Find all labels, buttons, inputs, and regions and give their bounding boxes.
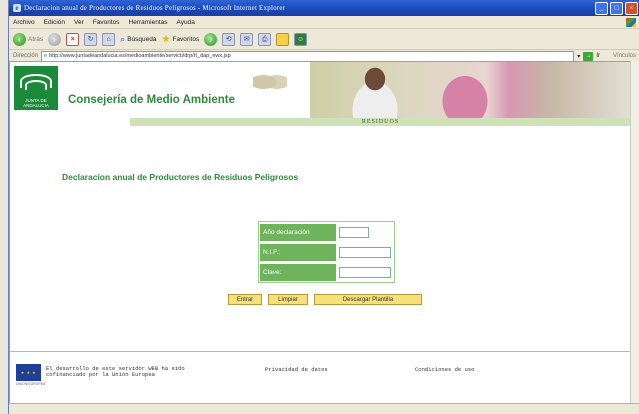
menu-archivo[interactable]: Archivo (13, 19, 35, 26)
address-url: http://www.juntadeandalucia.es/medioambi… (49, 53, 231, 59)
menu-ayuda[interactable]: Ayuda (177, 19, 195, 26)
section-strip: RESIDUOS (130, 118, 631, 126)
browser-window: e Declaracion anual de Productores de Re… (8, 0, 639, 414)
vertical-scrollbar[interactable] (630, 61, 639, 404)
search-icon: ⌕ (120, 33, 126, 44)
terms-link[interactable]: Condiciones de uso (415, 366, 474, 373)
back-arrow-icon: ‹ (13, 32, 26, 46)
status-bar (9, 403, 639, 414)
messenger-button[interactable]: ☺ (294, 32, 308, 46)
menu-favoritos[interactable]: Favoritos (93, 19, 120, 26)
mail-button[interactable]: ✉ (240, 32, 254, 46)
clave-input[interactable] (339, 266, 391, 278)
nif-label: N.I.F.: (260, 243, 336, 261)
site-banner: JUNTA DE ANDALUCIA Consejería de Medio A… (10, 62, 631, 118)
search-button[interactable]: ⌕ Búsqueda (120, 34, 156, 45)
toolbar: ‹ Atrás › × ↻ ⌂ ⌕ Búsqueda ★ Favoritos ♪… (9, 29, 639, 50)
eu-flag-icon: ★ ★ ★ (16, 364, 41, 381)
ie-icon: e (13, 4, 21, 12)
folder-button[interactable] (276, 32, 290, 46)
address-dropdown-icon[interactable]: ▾ (577, 53, 580, 60)
page-title: Declaracion anual de Productores de Resi… (62, 172, 299, 182)
links-label[interactable]: Vínculos (613, 53, 636, 59)
title-bar: e Declaracion anual de Productores de Re… (9, 0, 639, 16)
menu-edicion[interactable]: Edición (44, 19, 65, 26)
close-button[interactable]: × (625, 1, 638, 15)
print-button[interactable]: ⎙ (258, 32, 272, 46)
privacy-link[interactable]: Privacidad de datos (265, 366, 328, 373)
eu-flag-label: UNION EUROPEA (16, 382, 46, 386)
submit-button[interactable]: Entrar (228, 294, 262, 305)
home-button[interactable]: ⌂ (102, 32, 116, 46)
menu-herramientas[interactable]: Herramientas (129, 19, 168, 26)
windows-logo-icon (626, 17, 636, 27)
year-input[interactable] (339, 226, 369, 238)
download-template-button[interactable]: Descargar Plantilla (314, 294, 422, 305)
forward-button[interactable]: › (48, 32, 62, 46)
page-footer: ★ ★ ★ UNION EUROPEA El desarrollo de est… (10, 351, 631, 406)
eu-cofinancing-text: El desarrollo de este servidor WEB ha si… (46, 365, 185, 378)
login-form: Año declaración N.I.F.: Clave: (258, 221, 395, 283)
address-label: Dirección (13, 53, 39, 59)
page-content: JUNTA DE ANDALUCIA Consejería de Medio A… (9, 61, 632, 406)
menu-ver[interactable]: Ver (74, 19, 84, 26)
star-icon: ★ (161, 33, 171, 45)
form-row-nif: N.I.F.: (259, 242, 394, 262)
reset-button[interactable]: Limpiar (268, 294, 308, 305)
go-button[interactable]: → (583, 51, 594, 61)
menu-bar: Archivo Edición Ver Favoritos Herramient… (9, 16, 639, 29)
window-title: Declaracion anual de Productores de Resi… (24, 4, 286, 12)
junta-andalucia-logo: JUNTA DE ANDALUCIA (14, 66, 58, 110)
form-row-year: Año declaración (259, 222, 394, 242)
butterfly-image (253, 70, 287, 94)
minimize-button[interactable]: _ (595, 1, 608, 15)
nif-input[interactable] (339, 246, 391, 258)
department-name: Consejería de Medio Ambiente (68, 94, 235, 106)
banner-photo (310, 62, 631, 118)
year-label: Año declaración (260, 223, 336, 241)
refresh-button[interactable]: ↻ (84, 32, 98, 46)
maximize-button[interactable]: □ (610, 1, 623, 15)
address-input[interactable]: e http://www.juntadeandalucia.es/medioam… (41, 50, 575, 62)
clave-label: Clave: (260, 263, 336, 281)
form-row-clave: Clave: (259, 262, 394, 282)
page-icon: e (44, 53, 48, 59)
favorites-button[interactable]: ★ Favoritos (162, 34, 200, 45)
media-button[interactable]: ♪ (204, 32, 218, 46)
stop-button[interactable]: × (66, 32, 80, 46)
history-button[interactable]: ⟲ (222, 32, 236, 46)
go-label[interactable]: Ir (596, 53, 600, 59)
form-buttons: Entrar Limpiar Descargar Plantilla (228, 294, 422, 305)
back-button[interactable]: ‹ Atrás (13, 32, 43, 46)
